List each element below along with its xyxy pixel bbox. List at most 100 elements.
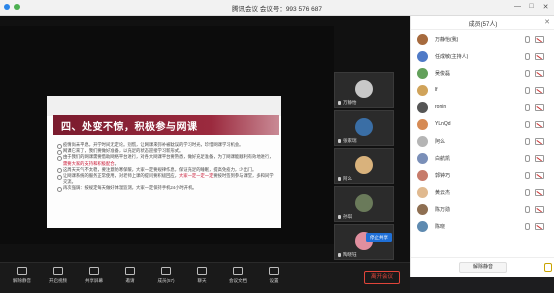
meeting-area: 四、处变不惊，积极参与网课 疫情尚未平息，开学时间无定论。别慌，让网课来弥补被耽…: [0, 16, 410, 293]
camera-icon: [53, 267, 63, 275]
slide-bullet: 再次强调：按规定每天做好体温监测，大家一定保持手机24小时开机。: [57, 185, 277, 193]
avatar: [417, 119, 428, 130]
video-thumbnail[interactable]: 张家瑞: [334, 110, 394, 146]
camera-off-icon[interactable]: [535, 189, 544, 196]
avatar: [417, 204, 428, 215]
note-icon[interactable]: [544, 263, 552, 272]
thumbnail-name: 阿么: [343, 176, 352, 181]
member-row[interactable]: YLnQd: [411, 117, 554, 132]
camera-off-icon[interactable]: [535, 223, 544, 230]
mic-icon: [338, 215, 341, 219]
mic-muted-icon[interactable]: [525, 172, 530, 179]
title-bar: 腾讯会议 会议号：993 576 687 — □ ✕: [0, 0, 554, 16]
share-screen-button[interactable]: 共享屏幕: [78, 267, 110, 284]
video-thumbnail[interactable]: 陶晓钰: [334, 224, 394, 260]
meeting-toolbar: 解除静音 开启视频 共享屏幕 邀请 成员(57) 聊天 会议文档 设置 离开会议: [0, 262, 410, 293]
mic-muted-icon[interactable]: [525, 223, 530, 230]
thumbnail-name: 孙琪: [343, 214, 352, 219]
member-row[interactable]: 陈万勋: [411, 202, 554, 217]
close-icon[interactable]: ✕: [544, 18, 550, 26]
member-row[interactable]: 任成敏(主持人): [411, 49, 554, 64]
slide-title-bar: 四、处变不惊，积极参与网课: [53, 115, 279, 135]
mic-muted-icon[interactable]: [525, 53, 530, 60]
stop-share-button[interactable]: 停止共享: [366, 233, 392, 242]
avatar: [417, 153, 428, 164]
avatar: [355, 194, 373, 212]
member-row[interactable]: 陈晓: [411, 219, 554, 234]
video-thumbnail[interactable]: 孙琪: [334, 186, 394, 222]
video-thumbnail[interactable]: 万静怡: [334, 72, 394, 108]
document-icon: [233, 267, 243, 275]
mic-muted-icon[interactable]: [525, 155, 530, 162]
unmute-button[interactable]: 解除静音: [6, 267, 38, 284]
slide-title: 四、处变不惊，积极参与网课: [61, 122, 198, 133]
camera-off-icon[interactable]: [535, 53, 544, 60]
camera-off-icon[interactable]: [535, 104, 544, 111]
avatar: [417, 102, 428, 113]
chat-icon: [197, 267, 207, 275]
avatar: [417, 34, 428, 45]
people-icon: [161, 267, 171, 275]
presentation-slide: 四、处变不惊，积极参与网课 疫情尚未平息，开学时间无定论。别慌，让网课来弥补被耽…: [47, 96, 281, 228]
members-panel: 成员(57人) ✕ 万静怡(我) 任成敏(主持人) 吴俊磊 lf ronin Y…: [410, 16, 554, 277]
avatar: [355, 156, 373, 174]
microphone-icon: [17, 267, 27, 275]
camera-off-icon[interactable]: [535, 172, 544, 179]
camera-off-icon[interactable]: [535, 121, 544, 128]
member-row[interactable]: 吴俊磊: [411, 66, 554, 81]
mic-muted-icon[interactable]: [525, 189, 530, 196]
slide-header-band: [47, 96, 281, 116]
video-button[interactable]: 开启视频: [42, 267, 74, 284]
leave-meeting-button[interactable]: 离开会议: [364, 271, 400, 284]
mic-muted-icon[interactable]: [525, 36, 530, 43]
avatar: [417, 51, 428, 62]
member-row[interactable]: ronin: [411, 100, 554, 115]
video-thumbnail[interactable]: 阿么: [334, 148, 394, 184]
thumbnail-name: 陶晓钰: [343, 252, 357, 257]
member-row[interactable]: 郭钟巧: [411, 168, 554, 183]
mic-icon: [338, 253, 341, 257]
slide-bullets: 疫情尚未平息，开学时间无定论。别慌，让网课来弥补被耽误的学习时光，珍惜网课学习机…: [57, 142, 277, 193]
mic-muted-icon[interactable]: [525, 70, 530, 77]
slide-bullet: 让网课系统的服务正常使用，对老师上课的提问要积极回应，大家一定一定一定要按时签到…: [57, 173, 277, 185]
camera-off-icon[interactable]: [535, 36, 544, 43]
member-row[interactable]: 阿么: [411, 134, 554, 149]
thumbnail-name: 张家瑞: [343, 138, 357, 143]
members-button[interactable]: 成员(57): [150, 267, 182, 284]
screen-share-view: 四、处变不惊，积极参与网课 疫情尚未平息，开学时间无定论。别慌，让网课来弥补被耽…: [0, 26, 334, 244]
camera-off-icon[interactable]: [535, 155, 544, 162]
share-icon: [89, 267, 99, 275]
member-row[interactable]: 白航凯: [411, 151, 554, 166]
person-add-icon: [125, 267, 135, 275]
mic-muted-icon[interactable]: [525, 87, 530, 94]
thumbnail-name: 万静怡: [343, 100, 357, 105]
avatar: [417, 170, 428, 181]
maximize-button[interactable]: □: [527, 3, 536, 10]
unmute-all-button[interactable]: 解除静音: [459, 262, 507, 273]
avatar: [417, 187, 428, 198]
member-row[interactable]: 万静怡(我): [411, 32, 554, 47]
window-title: 腾讯会议 会议号：993 576 687: [232, 6, 322, 13]
close-button[interactable]: ✕: [541, 3, 550, 11]
mic-muted-icon[interactable]: [525, 121, 530, 128]
member-row[interactable]: 黄云杰: [411, 185, 554, 200]
invite-button[interactable]: 邀请: [114, 267, 146, 284]
members-panel-footer: 解除静音: [411, 257, 554, 277]
meeting-window: 腾讯会议 会议号：993 576 687 — □ ✕ 四、处变不惊，积极参与网课…: [0, 0, 554, 293]
avatar: [417, 221, 428, 232]
camera-off-icon[interactable]: [535, 87, 544, 94]
mic-muted-icon[interactable]: [525, 206, 530, 213]
settings-button[interactable]: 设置: [258, 267, 290, 284]
camera-off-icon[interactable]: [535, 70, 544, 77]
member-row[interactable]: lf: [411, 83, 554, 98]
mic-icon: [338, 139, 341, 143]
avatar: [417, 136, 428, 147]
members-panel-title: 成员(57人): [468, 22, 498, 28]
chat-button[interactable]: 聊天: [186, 267, 218, 284]
mic-muted-icon[interactable]: [525, 138, 530, 145]
minimize-button[interactable]: —: [513, 3, 522, 10]
documents-button[interactable]: 会议文档: [222, 267, 254, 284]
camera-off-icon[interactable]: [535, 138, 544, 145]
camera-off-icon[interactable]: [535, 206, 544, 213]
mic-muted-icon[interactable]: [525, 104, 530, 111]
